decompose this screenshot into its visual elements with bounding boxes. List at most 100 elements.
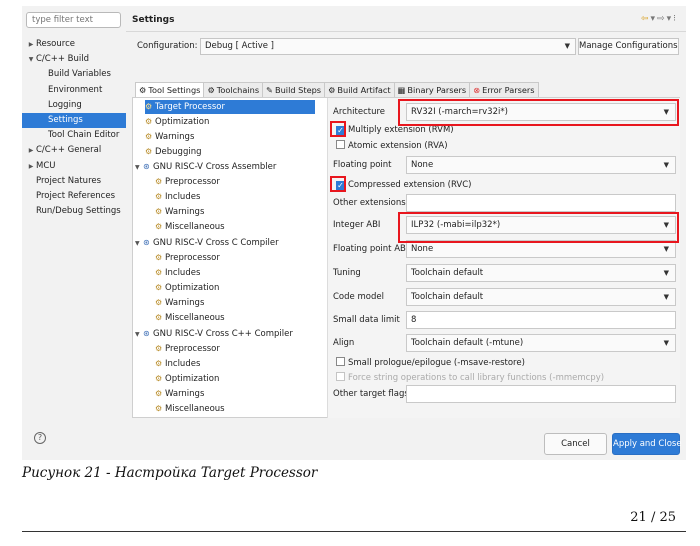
configuration-select[interactable]: Debug [ Active ] ▼ bbox=[200, 38, 576, 55]
nav-item-cpp-build[interactable]: ▼ C/C++ Build bbox=[22, 52, 126, 67]
tab-label: Build Steps bbox=[275, 85, 322, 95]
nav-item-label: Tool Chain Editor bbox=[48, 130, 120, 141]
multiply-extension-checkbox[interactable]: ✓ Multiply extension (RVM) bbox=[336, 125, 454, 135]
checkbox-box[interactable] bbox=[336, 372, 345, 381]
nav-item-run-debug-settings[interactable]: Run/Debug Settings bbox=[22, 204, 126, 219]
nav-item-project-natures[interactable]: Project Natures bbox=[22, 174, 126, 189]
tool-tree-item[interactable]: ⚙ Includes bbox=[155, 357, 200, 371]
settings-icon: ⚙ bbox=[155, 268, 163, 277]
tool-tree-item[interactable]: ⚙ Debugging bbox=[145, 145, 202, 159]
nav-item-label: Settings bbox=[48, 114, 83, 125]
filter-input[interactable] bbox=[26, 12, 121, 28]
configuration-label: Configuration: bbox=[137, 41, 198, 51]
nav-item-project-references[interactable]: Project References bbox=[22, 189, 126, 204]
settings-icon: ⚙ bbox=[155, 283, 163, 292]
menu-icon[interactable]: ⁝ bbox=[673, 14, 678, 24]
tool-tree-item[interactable]: ⚙ Miscellaneous bbox=[155, 311, 225, 325]
apply-and-close-button[interactable]: Apply and Close bbox=[612, 433, 682, 455]
gear-icon: ⚙ bbox=[328, 85, 336, 95]
nav-item-logging[interactable]: Logging bbox=[22, 98, 126, 113]
chevron-down-icon: ▼ bbox=[663, 293, 669, 301]
chevron-right-icon[interactable]: ▶ bbox=[26, 37, 36, 52]
tab-toolchains[interactable]: ⚙ Toolchains bbox=[203, 82, 264, 97]
tab-error-parsers[interactable]: ⊗ Error Parsers bbox=[469, 82, 539, 97]
settings-icon: ⚙ bbox=[155, 177, 163, 186]
other-extensions-input[interactable] bbox=[406, 194, 676, 212]
nav-item-resource[interactable]: ▶ Resource bbox=[22, 37, 126, 52]
tool-tree-item-target-processor[interactable]: ⚙ Target Processor bbox=[145, 100, 315, 114]
gear-icon: ⚙ bbox=[207, 85, 215, 95]
nav-item-label: Project References bbox=[36, 190, 116, 201]
settings-page: Settings ⇦▾⇨▾⁝ Configuration: Debug [ Ac… bbox=[126, 6, 686, 419]
code-model-select[interactable]: Toolchain default ▼ bbox=[406, 288, 676, 306]
settings-icon: ⚙ bbox=[155, 404, 163, 413]
small-prologue-checkbox[interactable]: Small prologue/epilogue (-msave-restore) bbox=[336, 357, 525, 368]
tab-build-artifact[interactable]: ⚙ Build Artifact bbox=[324, 82, 395, 97]
tool-tree-item[interactable]: ⚙ Warnings bbox=[145, 130, 194, 144]
settings-icon: ⚙ bbox=[145, 132, 153, 141]
tool-tree-item[interactable]: ⚙ Miscellaneous bbox=[155, 402, 225, 416]
page-number: 21 / 25 bbox=[630, 510, 676, 525]
code-model-value: Toolchain default bbox=[411, 292, 484, 302]
chevron-right-icon[interactable]: ▶ bbox=[26, 143, 36, 158]
floating-point-select[interactable]: None ▼ bbox=[406, 156, 676, 174]
tool-tree-item[interactable]: ⚙ Preprocessor bbox=[155, 342, 220, 356]
chevron-down-icon: ▼ bbox=[663, 269, 669, 277]
tool-tree-group-assembler[interactable]: ▼ ⊛ GNU RISC-V Cross Assembler bbox=[135, 160, 276, 174]
small-data-limit-input[interactable]: 8 bbox=[406, 311, 676, 329]
manage-configurations-button[interactable]: Manage Configurations... bbox=[578, 38, 679, 55]
tool-tree-item[interactable]: ⚙ Optimization bbox=[155, 372, 219, 386]
nav-item-environment[interactable]: Environment bbox=[22, 83, 126, 98]
chevron-down-icon[interactable]: ▼ bbox=[135, 237, 143, 251]
tool-tree-item[interactable]: ⚙ Includes bbox=[155, 266, 200, 280]
tool-tree-item[interactable]: ⚙ Warnings bbox=[155, 205, 204, 219]
nav-item-label: C/C++ General bbox=[36, 145, 102, 156]
chevron-down-icon[interactable]: ▼ bbox=[135, 328, 143, 342]
tool-tree-item[interactable]: ⚙ Includes bbox=[155, 190, 200, 204]
compressed-checkbox-highlight bbox=[330, 176, 346, 192]
tool-tree-item[interactable]: ⚙ Optimization bbox=[155, 281, 219, 295]
force-string-ops-checkbox[interactable]: Force string operations to call library … bbox=[336, 372, 604, 383]
tool-tree-item[interactable]: ⚙ Warnings bbox=[155, 296, 204, 310]
tab-label: Toolchains bbox=[216, 85, 260, 95]
tab-build-steps[interactable]: ✎ Build Steps bbox=[262, 82, 326, 97]
chevron-right-icon[interactable]: ▶ bbox=[26, 159, 36, 174]
tool-tree-item[interactable]: ⚙ Preprocessor bbox=[155, 175, 220, 189]
atomic-extension-checkbox[interactable]: Atomic extension (RVA) bbox=[336, 140, 448, 151]
error-icon: ⊗ bbox=[473, 85, 481, 95]
tool-tree-item[interactable]: ⚙ Warnings bbox=[155, 387, 204, 401]
settings-icon: ⚙ bbox=[155, 207, 163, 216]
tuning-select[interactable]: Toolchain default ▼ bbox=[406, 264, 676, 282]
chevron-down-icon[interactable]: ▼ bbox=[26, 52, 36, 67]
forward-arrow-icon[interactable]: ⇨ bbox=[657, 14, 667, 24]
other-target-flags-input[interactable] bbox=[406, 385, 676, 403]
tab-binary-parsers[interactable]: ▦ Binary Parsers bbox=[393, 82, 471, 97]
back-arrow-icon[interactable]: ⇦ bbox=[641, 14, 651, 24]
chevron-down-icon[interactable]: ▼ bbox=[135, 161, 143, 175]
tool-tree-group-cpp-compiler[interactable]: ▼ ⊛ GNU RISC-V Cross C++ Compiler bbox=[135, 327, 293, 341]
tool-tree-label: Preprocessor bbox=[165, 344, 220, 354]
nav-item-mcu[interactable]: ▶ MCU bbox=[22, 159, 126, 174]
tool-tree-item[interactable]: ⚙ Miscellaneous bbox=[155, 220, 225, 234]
header-divider bbox=[126, 31, 686, 32]
tool-tree-group-c-compiler[interactable]: ▼ ⊛ GNU RISC-V Cross C Compiler bbox=[135, 236, 279, 250]
nav-item-build-variables[interactable]: Build Variables bbox=[22, 67, 126, 82]
help-icon[interactable]: ? bbox=[34, 432, 46, 444]
checkbox-box[interactable] bbox=[336, 357, 345, 366]
cancel-button[interactable]: Cancel bbox=[544, 433, 607, 455]
align-select[interactable]: Toolchain default (-mtune) ▼ bbox=[406, 334, 676, 352]
compressed-extension-checkbox[interactable]: ✓ Compressed extension (RVC) bbox=[336, 180, 472, 190]
tool-tree-item[interactable]: ⚙ Preprocessor bbox=[155, 251, 220, 265]
tool-tree-label: Includes bbox=[165, 268, 201, 278]
tool-tree-label: GNU RISC-V Cross C Compiler bbox=[153, 238, 279, 248]
checkbox-box[interactable] bbox=[336, 140, 345, 149]
nav-item-tool-chain-editor[interactable]: Tool Chain Editor bbox=[22, 128, 126, 143]
tool-tree-label: Miscellaneous bbox=[165, 313, 225, 323]
tab-tool-settings[interactable]: ⚙ Tool Settings bbox=[135, 82, 205, 97]
nav-item-cpp-general[interactable]: ▶ C/C++ General bbox=[22, 143, 126, 158]
tool-tree-label: Miscellaneous bbox=[165, 404, 225, 414]
tool-tree: ⚙ Target Processor ⚙ Optimization ⚙ Warning… bbox=[133, 98, 328, 419]
tool-tree-item[interactable]: ⚙ Optimization bbox=[145, 115, 209, 129]
settings-icon: ⚙ bbox=[155, 359, 163, 368]
nav-item-settings[interactable]: Settings bbox=[22, 112, 126, 129]
